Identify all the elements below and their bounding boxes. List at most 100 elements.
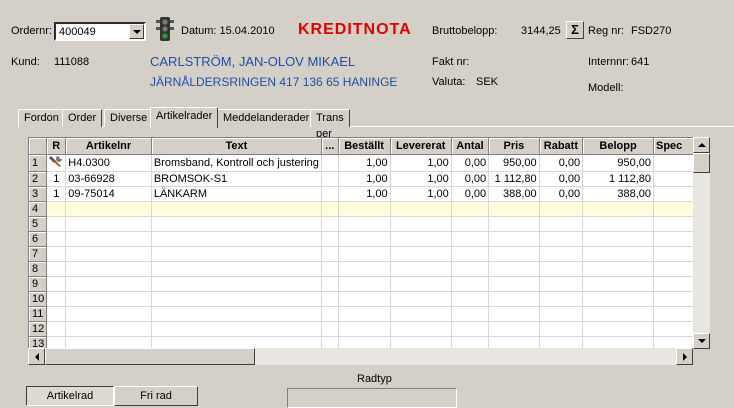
table-row[interactable]: 3 1 09-75014 LÄNKARM 1,00 1,00 0,00 388,… bbox=[29, 186, 709, 202]
row-number[interactable]: 4 bbox=[29, 201, 48, 217]
cell-r[interactable] bbox=[46, 231, 67, 247]
cell-pris[interactable] bbox=[488, 216, 540, 232]
scroll-right-button[interactable] bbox=[676, 348, 693, 365]
cell-antal[interactable]: 0,00 bbox=[451, 171, 490, 187]
cell-r[interactable] bbox=[46, 201, 67, 217]
cell-bestallt[interactable]: 1,00 bbox=[338, 186, 391, 202]
cell-rabatt[interactable] bbox=[539, 231, 584, 247]
cell-pris[interactable]: 1 112,80 bbox=[488, 171, 540, 187]
cell-levererat[interactable] bbox=[390, 216, 452, 232]
cell-pris[interactable] bbox=[488, 276, 540, 292]
cell-text[interactable]: BROMSOK-S1 bbox=[150, 171, 322, 187]
tab-artikelrader[interactable]: Artikelrader bbox=[150, 107, 219, 128]
row-number[interactable]: 10 bbox=[29, 291, 48, 307]
vertical-scrollbar[interactable] bbox=[693, 137, 710, 349]
cell-bestallt[interactable] bbox=[338, 321, 391, 337]
cell-rabatt[interactable] bbox=[539, 201, 584, 217]
cell-antal[interactable]: 0,00 bbox=[451, 186, 490, 202]
column-header-pris[interactable]: Pris bbox=[488, 138, 540, 155]
cell-more[interactable] bbox=[321, 231, 339, 247]
cell-pris[interactable] bbox=[488, 246, 540, 262]
cell-belopp[interactable] bbox=[582, 306, 654, 322]
cell-antal[interactable]: 0,00 bbox=[451, 154, 490, 172]
cell-antal[interactable] bbox=[451, 201, 490, 217]
cell-antal[interactable] bbox=[451, 246, 490, 262]
cell-bestallt[interactable] bbox=[338, 261, 391, 277]
table-row[interactable]: 4 bbox=[29, 201, 709, 217]
cell-more[interactable] bbox=[321, 306, 339, 322]
cell-antal[interactable] bbox=[451, 231, 490, 247]
table-row[interactable]: 10 bbox=[29, 291, 709, 307]
cell-pris[interactable] bbox=[488, 201, 540, 217]
table-row[interactable]: 8 bbox=[29, 261, 709, 277]
cell-pris[interactable] bbox=[488, 261, 540, 277]
cell-rabatt[interactable]: 0,00 bbox=[539, 171, 584, 187]
cell-levererat[interactable] bbox=[390, 276, 452, 292]
cell-levererat[interactable]: 1,00 bbox=[390, 171, 452, 187]
cell-artikelnr[interactable] bbox=[65, 306, 152, 322]
cell-more[interactable] bbox=[321, 171, 339, 187]
artikelrad-button[interactable]: Artikelrad bbox=[26, 386, 114, 406]
cell-levererat[interactable] bbox=[390, 291, 452, 307]
sum-button[interactable]: Σ bbox=[566, 21, 584, 39]
cell-more[interactable] bbox=[321, 246, 339, 262]
cell-levererat[interactable]: 1,00 bbox=[390, 186, 452, 202]
column-header-r[interactable]: R bbox=[46, 138, 67, 155]
row-number[interactable]: 8 bbox=[29, 261, 48, 277]
cell-artikelnr[interactable]: H4.0300 bbox=[65, 154, 152, 172]
row-number[interactable]: 1 bbox=[29, 154, 48, 172]
cell-r[interactable] bbox=[46, 291, 67, 307]
cell-pris[interactable]: 388,00 bbox=[488, 186, 540, 202]
ordernr-select[interactable]: 400049 bbox=[54, 22, 146, 41]
cell-levererat[interactable]: 1,00 bbox=[390, 154, 452, 172]
cell-text[interactable] bbox=[150, 246, 322, 262]
cell-artikelnr[interactable] bbox=[65, 201, 152, 217]
cell-rabatt[interactable] bbox=[539, 276, 584, 292]
cell-belopp[interactable] bbox=[582, 201, 654, 217]
column-header-bestallt[interactable]: Beställt bbox=[338, 138, 391, 155]
vertical-scroll-thumb[interactable] bbox=[693, 153, 710, 173]
cell-pris[interactable] bbox=[488, 231, 540, 247]
cell-r[interactable] bbox=[46, 216, 67, 232]
cell-text[interactable] bbox=[150, 306, 322, 322]
cell-levererat[interactable] bbox=[390, 201, 452, 217]
cell-rabatt[interactable]: 0,00 bbox=[539, 186, 584, 202]
row-number[interactable]: 6 bbox=[29, 231, 48, 247]
column-header-antal[interactable]: Antal bbox=[451, 138, 490, 155]
cell-pris[interactable] bbox=[488, 321, 540, 337]
table-row[interactable]: 11 bbox=[29, 306, 709, 322]
cell-rabatt[interactable] bbox=[539, 291, 584, 307]
tab-order[interactable]: Order bbox=[62, 109, 103, 127]
cell-belopp[interactable] bbox=[582, 246, 654, 262]
fri-rad-button[interactable]: Fri rad bbox=[114, 386, 198, 406]
tab-fordon[interactable]: Fordon bbox=[18, 109, 65, 127]
article-grid[interactable]: R Artikelnr Text ... Beställt Levererat … bbox=[28, 137, 710, 365]
column-header-more[interactable]: ... bbox=[321, 138, 339, 155]
cell-more[interactable] bbox=[321, 216, 339, 232]
column-header-rabatt[interactable]: Rabatt bbox=[539, 138, 584, 155]
dropdown-button[interactable] bbox=[129, 24, 144, 39]
cell-r[interactable] bbox=[46, 321, 67, 337]
column-header-belopp[interactable]: Belopp bbox=[582, 138, 654, 155]
column-header-levererat[interactable]: Levererat bbox=[390, 138, 452, 155]
cell-levererat[interactable] bbox=[390, 246, 452, 262]
cell-artikelnr[interactable] bbox=[65, 261, 152, 277]
cell-antal[interactable] bbox=[451, 291, 490, 307]
cell-text[interactable] bbox=[150, 261, 322, 277]
cell-artikelnr[interactable]: 03-66928 bbox=[65, 171, 152, 187]
tab-meddelanderader[interactable]: Meddelanderader bbox=[217, 109, 316, 127]
cell-levererat[interactable] bbox=[390, 306, 452, 322]
cell-text[interactable] bbox=[150, 216, 322, 232]
cell-belopp[interactable]: 950,00 bbox=[582, 154, 654, 172]
cell-artikelnr[interactable] bbox=[65, 231, 152, 247]
cell-artikelnr[interactable] bbox=[65, 321, 152, 337]
cell-rabatt[interactable] bbox=[539, 321, 584, 337]
cell-levererat[interactable] bbox=[390, 261, 452, 277]
cell-text[interactable] bbox=[150, 276, 322, 292]
cell-rabatt[interactable]: 0,00 bbox=[539, 154, 584, 172]
cell-levererat[interactable] bbox=[390, 321, 452, 337]
horizontal-scrollbar[interactable] bbox=[28, 348, 693, 365]
cell-text[interactable] bbox=[150, 231, 322, 247]
table-row[interactable]: 7 bbox=[29, 246, 709, 262]
cell-more[interactable] bbox=[321, 261, 339, 277]
